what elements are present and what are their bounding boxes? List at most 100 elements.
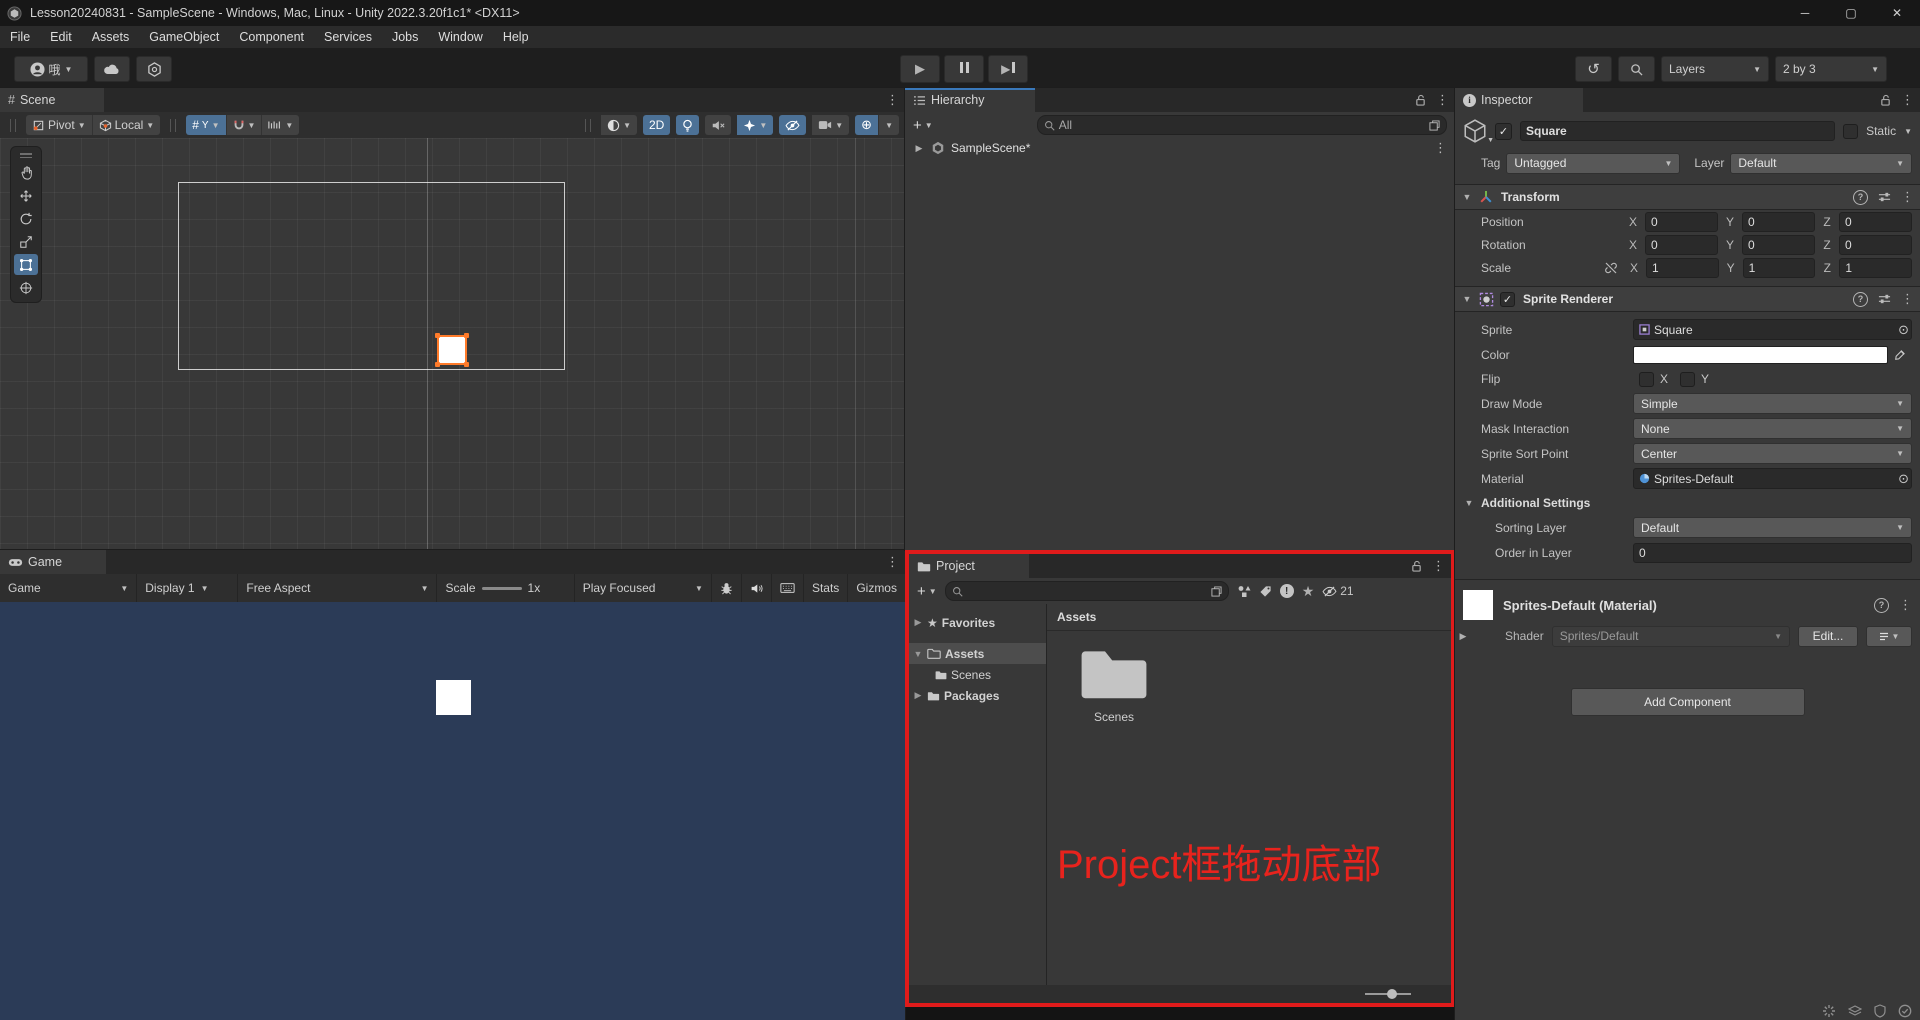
- tree-item-assets[interactable]: ▼ Assets: [909, 643, 1046, 664]
- folder-tile-scenes[interactable]: Scenes: [1071, 644, 1157, 724]
- maximize-button[interactable]: ▢: [1828, 0, 1874, 26]
- snap-increment-dropdown[interactable]: ▼: [262, 115, 299, 135]
- local-dropdown[interactable]: Local▼: [93, 115, 161, 135]
- order-in-layer-field[interactable]: 0: [1633, 543, 1912, 563]
- scene-lighting-toggle[interactable]: [676, 115, 699, 135]
- tab-hierarchy[interactable]: Hierarchy: [905, 88, 1035, 112]
- shader-dropdown[interactable]: Sprites/Default▼: [1552, 626, 1790, 647]
- grid-visibility-toggle[interactable]: #Y▼: [186, 115, 226, 135]
- foldout-arrow-icon[interactable]: ▼: [1461, 294, 1473, 304]
- pivot-dropdown[interactable]: Pivot▼: [26, 115, 93, 135]
- project-menu-kebab-icon[interactable]: ⋮: [1432, 558, 1445, 574]
- material-preview-swatch[interactable]: [1463, 590, 1493, 620]
- tree-item-packages[interactable]: ▶ Packages: [909, 685, 1046, 706]
- tab-scene[interactable]: # Scene: [0, 88, 104, 112]
- check-circle-icon[interactable]: [1898, 1004, 1912, 1018]
- foldout-arrow-icon[interactable]: ▶: [1457, 631, 1469, 642]
- menu-help[interactable]: Help: [493, 26, 539, 48]
- object-picker-icon[interactable]: ⊙: [1898, 471, 1909, 487]
- presets-icon[interactable]: [1878, 191, 1891, 203]
- play-focused-dropdown[interactable]: Play Focused▼: [575, 574, 712, 602]
- project-search-input[interactable]: [945, 581, 1229, 601]
- scale-x-field[interactable]: 1: [1646, 258, 1719, 278]
- rotate-tool[interactable]: [14, 208, 38, 229]
- close-button[interactable]: ✕: [1874, 0, 1920, 26]
- scene-visibility-toggle[interactable]: [779, 115, 806, 135]
- sprite-sort-point-dropdown[interactable]: Center▼: [1633, 443, 1912, 464]
- layers-stack-icon[interactable]: [1848, 1005, 1862, 1017]
- foldout-arrow-icon[interactable]: ▶: [913, 690, 923, 701]
- position-x-field[interactable]: 0: [1645, 212, 1718, 232]
- link-broken-icon[interactable]: [1604, 261, 1622, 275]
- version-control-button[interactable]: [136, 56, 172, 82]
- scale-tool[interactable]: [14, 231, 38, 252]
- tab-inspector[interactable]: i Inspector: [1455, 88, 1583, 112]
- sprite-renderer-header[interactable]: ▼ ✓ Sprite Renderer ? ⋮: [1455, 286, 1920, 312]
- menu-component[interactable]: Component: [229, 26, 314, 48]
- menu-jobs[interactable]: Jobs: [382, 26, 428, 48]
- menu-services[interactable]: Services: [314, 26, 382, 48]
- rotation-x-field[interactable]: 0: [1645, 235, 1718, 255]
- static-checkbox[interactable]: [1843, 124, 1858, 139]
- presets-icon[interactable]: [1878, 293, 1891, 305]
- hierarchy-menu-kebab-icon[interactable]: ⋮: [1436, 92, 1449, 108]
- game-viewport[interactable]: [0, 602, 905, 1020]
- color-swatch[interactable]: [1633, 346, 1888, 364]
- step-button[interactable]: ▶: [988, 55, 1028, 83]
- game-gizmos-dropdown[interactable]: Gizmos: [848, 574, 905, 602]
- lock-icon[interactable]: [1415, 94, 1426, 107]
- selected-sprite[interactable]: [437, 335, 467, 365]
- component-enabled-checkbox[interactable]: ✓: [1500, 292, 1515, 307]
- palette-drag-handle[interactable]: [20, 151, 32, 160]
- transform-header[interactable]: ▼ Transform ? ⋮: [1455, 184, 1920, 210]
- foldout-arrow-icon[interactable]: ▼: [1461, 192, 1473, 202]
- input-toggle[interactable]: [772, 574, 804, 602]
- add-component-button[interactable]: Add Component: [1571, 688, 1805, 716]
- foldout-arrow-icon[interactable]: ▶: [913, 617, 923, 628]
- inspector-menu-kebab-icon[interactable]: ⋮: [1901, 92, 1914, 108]
- help-icon[interactable]: ?: [1874, 598, 1889, 613]
- view-hand-tool[interactable]: [14, 162, 38, 183]
- foldout-arrow-icon[interactable]: ▼: [1463, 498, 1475, 508]
- tab-game[interactable]: Game: [0, 550, 106, 574]
- gameobject-name-field[interactable]: Square: [1520, 121, 1835, 141]
- tab-project[interactable]: Project: [909, 554, 1029, 578]
- menu-window[interactable]: Window: [428, 26, 492, 48]
- game-audio-toggle[interactable]: [742, 574, 772, 602]
- position-y-field[interactable]: 0: [1742, 212, 1815, 232]
- foldout-arrow-icon[interactable]: ▶: [913, 143, 925, 154]
- game-display-mode-dropdown[interactable]: Game▼: [0, 574, 137, 602]
- minimize-button[interactable]: ─: [1782, 0, 1828, 26]
- position-z-field[interactable]: 0: [1839, 212, 1912, 232]
- draw-mode-dropdown[interactable]: Simple▼: [1633, 393, 1912, 414]
- thumbnail-zoom-slider[interactable]: [1365, 993, 1411, 995]
- move-tool[interactable]: [14, 185, 38, 206]
- menu-assets[interactable]: Assets: [82, 26, 140, 48]
- static-dropdown-caret[interactable]: ▼: [1904, 127, 1912, 136]
- transform-kebab-icon[interactable]: ⋮: [1901, 189, 1914, 205]
- snap-toggle[interactable]: ▼: [227, 115, 263, 135]
- create-object-button[interactable]: +▼: [913, 117, 933, 134]
- tree-item-scenes[interactable]: Scenes: [909, 664, 1046, 685]
- scene-viewport[interactable]: [0, 138, 905, 550]
- hidden-objects-toggle[interactable]: 21: [1322, 584, 1353, 598]
- layout-dropdown[interactable]: 2 by 3▼: [1775, 56, 1887, 82]
- aspect-ratio-dropdown[interactable]: Free Aspect▼: [238, 574, 437, 602]
- scale-z-field[interactable]: 1: [1839, 258, 1912, 278]
- icon-picker-caret[interactable]: ▼: [1487, 137, 1494, 144]
- account-button[interactable]: 哦 ▼: [14, 56, 88, 82]
- shader-edit-button[interactable]: Edit...: [1798, 626, 1858, 647]
- menu-file[interactable]: File: [0, 26, 40, 48]
- additional-settings-row[interactable]: ▼ Additional Settings: [1455, 491, 1920, 515]
- alert-filter-icon[interactable]: !: [1280, 584, 1294, 598]
- sprite-renderer-kebab-icon[interactable]: ⋮: [1901, 291, 1914, 307]
- hierarchy-item-samplescene[interactable]: ▶ SampleScene* ⋮: [905, 138, 1455, 158]
- sprite-object-field[interactable]: Square ⊙: [1633, 319, 1912, 340]
- material-kebab-icon[interactable]: ⋮: [1899, 597, 1912, 613]
- game-menu-kebab-icon[interactable]: ⋮: [886, 554, 899, 570]
- search-by-label-icon[interactable]: [1259, 585, 1272, 598]
- pause-button[interactable]: [944, 55, 984, 83]
- sorting-layer-dropdown[interactable]: Default▼: [1633, 517, 1912, 538]
- gizmos-toggle[interactable]: ⊕: [855, 115, 879, 135]
- mask-interaction-dropdown[interactable]: None▼: [1633, 418, 1912, 439]
